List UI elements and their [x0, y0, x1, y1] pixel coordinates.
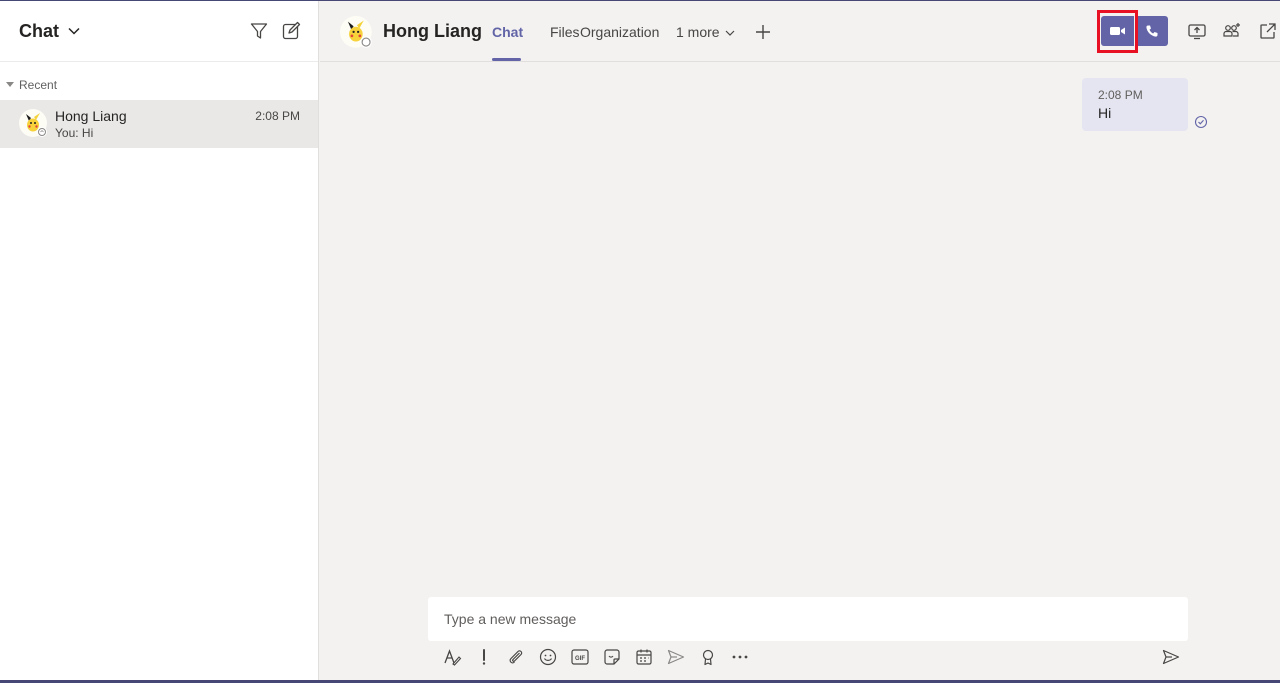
message-compose-box[interactable]: Type a new message [428, 597, 1188, 641]
contact-name: Hong Liang [383, 21, 482, 41]
share-screen-icon[interactable] [1187, 21, 1207, 41]
filter-icon[interactable] [249, 21, 269, 41]
conversation-item[interactable]: Hong Liang You: Hi 2:08 PM [0, 100, 318, 148]
chat-list-title[interactable]: Chat [19, 21, 59, 42]
chat-header: Hong Liang Chat Files Organization 1 mor… [320, 1, 1280, 62]
chevron-down-icon[interactable] [724, 27, 736, 39]
more-options-icon[interactable] [730, 647, 750, 667]
message-time: 2:08 PM [1098, 88, 1143, 102]
chat-list-header: Chat [0, 1, 318, 62]
important-icon[interactable] [474, 647, 494, 667]
chat-list-panel: Chat Recent Hong Liang You: Hi 2:08 PM [0, 1, 319, 680]
chevron-down-icon[interactable] [66, 23, 82, 39]
svg-text:GIF: GIF [575, 656, 585, 662]
emoji-icon[interactable] [538, 647, 558, 667]
stream-icon[interactable] [666, 647, 686, 667]
new-chat-icon[interactable] [281, 21, 301, 41]
conversation-preview: You: Hi [55, 126, 94, 140]
recent-section-header[interactable]: Recent [0, 77, 200, 93]
pop-out-icon[interactable] [1258, 21, 1278, 41]
pikachu-avatar [19, 109, 47, 137]
sticker-icon[interactable] [602, 647, 622, 667]
compose-placeholder: Type a new message [444, 611, 577, 627]
active-tab-indicator [492, 58, 521, 61]
praise-icon[interactable] [698, 647, 718, 667]
audio-call-icon [1145, 24, 1159, 38]
recent-section-label: Recent [19, 78, 58, 92]
tab-more[interactable]: 1 more [676, 24, 720, 40]
audio-call-button[interactable] [1135, 16, 1168, 46]
contact-avatar[interactable] [340, 16, 372, 48]
read-receipt-icon [1194, 115, 1208, 129]
attach-icon[interactable] [506, 647, 526, 667]
meet-now-icon[interactable] [634, 647, 654, 667]
tab-organization[interactable]: Organization [580, 24, 659, 40]
message-bubble[interactable]: 2:08 PM Hi [1082, 78, 1188, 131]
add-people-icon[interactable] [1222, 21, 1242, 41]
add-tab-icon[interactable] [754, 23, 772, 41]
message-text: Hi [1098, 105, 1112, 121]
send-icon[interactable] [1161, 647, 1181, 667]
collapse-triangle-icon[interactable] [6, 82, 14, 87]
conversation-name: Hong Liang [55, 108, 127, 124]
conversation-time: 2:08 PM [255, 109, 300, 123]
format-icon[interactable] [442, 647, 462, 667]
tab-chat[interactable]: Chat [492, 24, 523, 40]
highlight-box [1097, 10, 1138, 53]
tab-files[interactable]: Files [550, 24, 580, 40]
gif-icon[interactable]: GIF [570, 647, 590, 667]
